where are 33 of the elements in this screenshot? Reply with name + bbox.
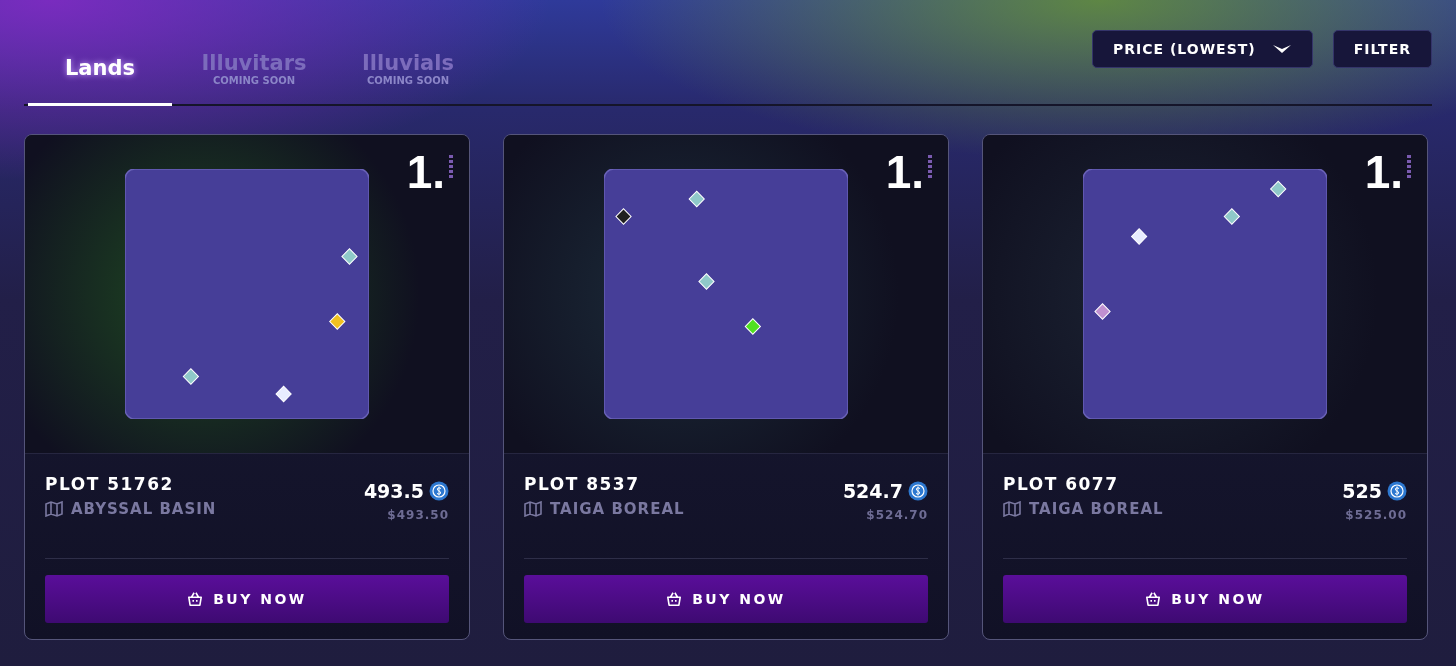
region-name: ABYSSAL BASIN <box>71 500 217 518</box>
usd-price: $525.00 <box>1345 508 1407 522</box>
map-icon <box>524 501 542 517</box>
usd-price: $524.70 <box>866 508 928 522</box>
buy-now-button[interactable]: BUY NOW <box>1003 575 1407 623</box>
usd-price: $493.50 <box>387 508 449 522</box>
dots-icon <box>928 155 932 179</box>
coin-icon <box>429 481 449 501</box>
dots-icon <box>449 155 453 179</box>
price-value: 493.5 <box>363 480 424 502</box>
basket-icon <box>1145 591 1162 607</box>
map-icon <box>45 501 63 517</box>
region-name: TAIGA BOREAL <box>550 500 685 518</box>
coin-icon <box>1387 481 1407 501</box>
region-name: TAIGA BOREAL <box>1029 500 1164 518</box>
buy-now-button[interactable]: BUY NOW <box>524 575 928 623</box>
rank-number: 1. <box>406 145 445 199</box>
plot-title: PLOT 8537 <box>524 474 641 494</box>
filter-button[interactable]: FILTER <box>1332 30 1432 68</box>
basket-icon <box>187 591 204 607</box>
price-value: 524.7 <box>842 480 903 502</box>
coin-icon <box>908 481 928 501</box>
plot-title: PLOT 51762 <box>45 474 175 494</box>
basket-icon <box>666 591 683 607</box>
plot-title: PLOT 6077 <box>1003 474 1120 494</box>
buy-now-button[interactable]: BUY NOW <box>45 575 449 623</box>
map-icon <box>1003 501 1021 517</box>
rank-number: 1. <box>1364 145 1403 199</box>
rank-number: 1. <box>885 145 924 199</box>
category-tab[interactable]: Lands <box>28 33 172 106</box>
dots-icon <box>1407 155 1411 179</box>
price-value: 525 <box>1342 480 1382 502</box>
sort-dropdown[interactable]: PRICE (LOWEST) <box>1092 30 1313 68</box>
